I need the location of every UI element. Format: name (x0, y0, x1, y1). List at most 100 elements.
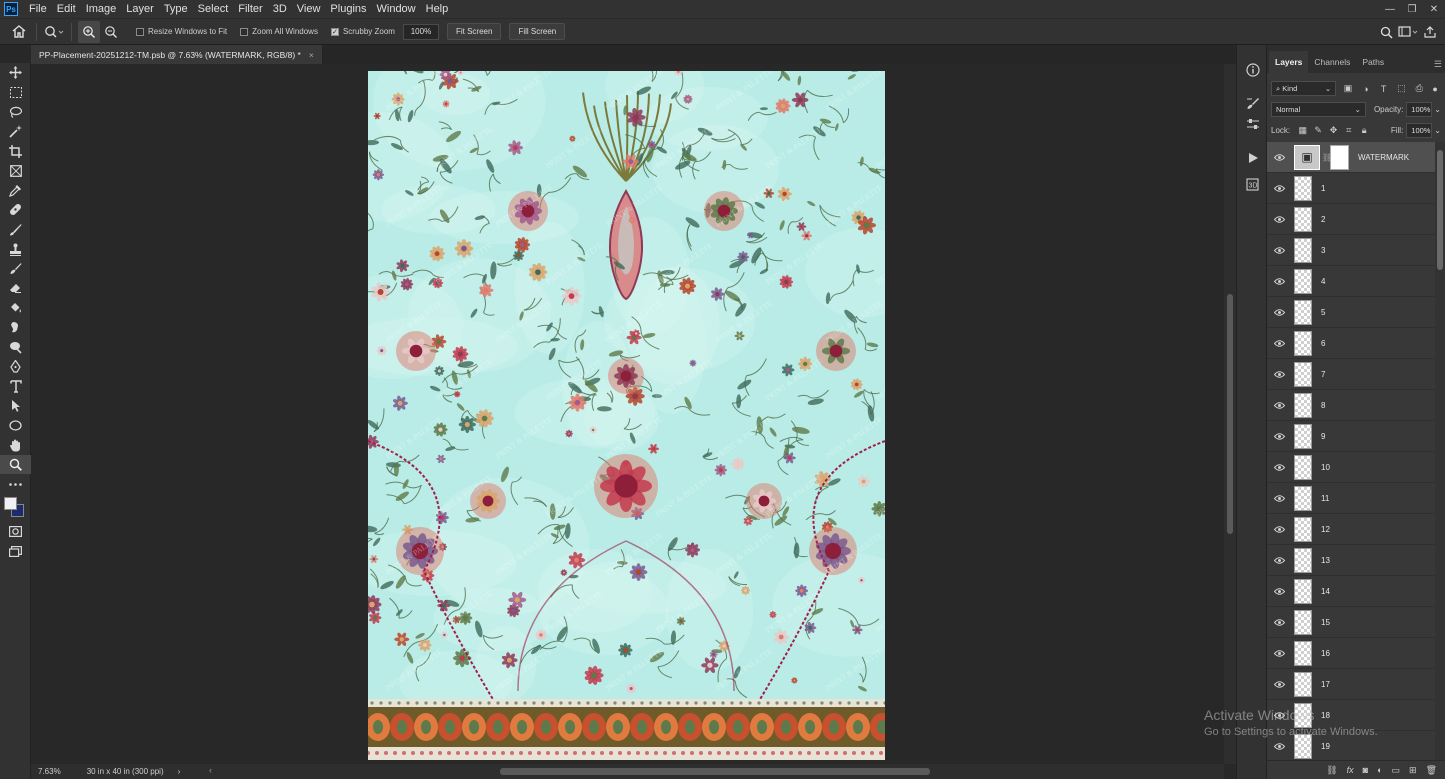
visibility-eye-icon[interactable] (1267, 494, 1291, 502)
panel-menu-icon[interactable]: ☰ (1434, 59, 1442, 70)
quick-mask-icon[interactable] (0, 522, 31, 542)
menu-plugins[interactable]: Plugins (325, 0, 371, 18)
layer-name[interactable]: 2 (1321, 215, 1325, 224)
menu-3d[interactable]: 3D (268, 0, 292, 18)
tab-channels[interactable]: Channels (1308, 51, 1356, 73)
layer-name[interactable]: 19 (1321, 742, 1330, 751)
layer-thumbnail[interactable] (1294, 175, 1312, 201)
visibility-eye-icon[interactable] (1267, 680, 1291, 688)
smudge-tool-icon[interactable] (0, 318, 31, 338)
layer-thumbnail[interactable] (1294, 237, 1312, 263)
layer-row[interactable]: 2 (1267, 204, 1435, 235)
visibility-eye-icon[interactable] (1267, 246, 1291, 254)
zoom-tool-icon[interactable] (0, 454, 31, 475)
fit-screen-button[interactable]: Fit Screen (446, 23, 502, 40)
more-tools-icon[interactable] (0, 474, 31, 494)
layer-thumbnail[interactable] (1294, 268, 1312, 294)
move-tool-icon[interactable] (0, 63, 31, 83)
home-icon[interactable] (8, 21, 30, 43)
new-group-folder-icon[interactable]: ▭ (1392, 765, 1401, 776)
status-menu-arrow-icon[interactable]: › (178, 767, 181, 776)
layer-thumbnail[interactable] (1294, 547, 1312, 573)
menu-view[interactable]: View (292, 0, 326, 18)
layer-name[interactable]: 9 (1321, 432, 1325, 441)
smart-object-thumbnail[interactable]: ▣ (1294, 144, 1320, 170)
menu-edit[interactable]: Edit (52, 0, 81, 18)
menu-help[interactable]: Help (421, 0, 454, 18)
eraser-tool-icon[interactable] (0, 279, 31, 299)
paint-bucket-tool-icon[interactable] (0, 298, 31, 318)
layer-thumbnail[interactable] (1294, 361, 1312, 387)
opacity-field[interactable]: 100% (1406, 102, 1433, 117)
fill-screen-button[interactable]: Fill Screen (509, 23, 566, 40)
clone-stamp-tool-icon[interactable] (0, 239, 31, 259)
layer-row[interactable]: 7 (1267, 359, 1435, 390)
visibility-eye-icon[interactable] (1267, 711, 1291, 719)
layer-row[interactable]: 9 (1267, 421, 1435, 452)
layer-name[interactable]: 11 (1321, 494, 1329, 503)
properties-info-icon[interactable] (1237, 57, 1268, 83)
layer-name[interactable]: 12 (1321, 525, 1330, 534)
layer-mask-thumbnail[interactable] (1330, 144, 1349, 170)
menu-type[interactable]: Type (159, 0, 193, 18)
layer-row[interactable]: 18 (1267, 700, 1435, 731)
layer-thumbnail[interactable] (1294, 516, 1312, 542)
layer-row[interactable]: 8 (1267, 390, 1435, 421)
filter-type-icon[interactable]: T (1378, 83, 1390, 95)
foreground-color-swatch[interactable] (4, 497, 17, 511)
layer-row[interactable]: 4 (1267, 266, 1435, 297)
scroll-left-icon[interactable]: ‹ (209, 765, 212, 775)
frame-tool-icon[interactable] (0, 161, 31, 181)
filter-adjustment-icon[interactable]: ◑ (1360, 83, 1372, 95)
scrubby-zoom-checkbox[interactable]: ✓ Scrubby Zoom (330, 27, 395, 36)
layer-name[interactable]: 18 (1321, 711, 1330, 720)
marquee-tool-icon[interactable] (0, 83, 31, 103)
visibility-eye-icon[interactable] (1267, 463, 1291, 471)
zoom-tool-preset-icon[interactable] (43, 21, 65, 43)
share-icon[interactable] (1419, 21, 1441, 43)
opacity-chevron-icon[interactable]: ⌄ (1434, 105, 1441, 114)
fill-field[interactable]: 100% (1406, 123, 1433, 138)
layer-name[interactable]: 10 (1321, 463, 1330, 472)
visibility-eye-icon[interactable] (1267, 153, 1291, 161)
visibility-eye-icon[interactable] (1267, 556, 1291, 564)
visibility-eye-icon[interactable] (1267, 184, 1291, 192)
crop-tool-icon[interactable] (0, 141, 31, 161)
layer-row[interactable]: 3 (1267, 235, 1435, 266)
layer-thumbnail[interactable] (1294, 423, 1312, 449)
filter-pixel-icon[interactable]: ▣ (1342, 83, 1354, 95)
layer-thumbnail[interactable] (1294, 299, 1312, 325)
link-layers-icon[interactable]: ⛓ (1326, 765, 1337, 776)
horizontal-scroll-thumb[interactable] (500, 768, 930, 775)
filter-toggle-icon[interactable]: ● (1429, 83, 1441, 95)
zoom-out-icon[interactable] (100, 21, 122, 43)
fill-chevron-icon[interactable]: ⌄ (1434, 126, 1441, 135)
visibility-eye-icon[interactable] (1267, 618, 1291, 626)
layer-thumbnail[interactable] (1294, 454, 1312, 480)
menu-select[interactable]: Select (193, 0, 234, 18)
zoom-in-icon[interactable] (78, 20, 100, 43)
path-selection-tool-icon[interactable] (0, 396, 31, 416)
filter-smart-object-icon[interactable]: ⎙ (1413, 83, 1425, 95)
magic-wand-tool-icon[interactable] (0, 122, 31, 142)
layer-row[interactable]: 13 (1267, 545, 1435, 576)
brush-tool-icon[interactable] (0, 220, 31, 240)
layers-scroll-thumb[interactable] (1437, 150, 1443, 270)
actions-play-icon[interactable] (1237, 145, 1268, 171)
layer-row[interactable]: 11 (1267, 483, 1435, 514)
layer-name[interactable]: 6 (1321, 339, 1325, 348)
menu-file[interactable]: File (24, 0, 52, 18)
vertical-scroll-thumb[interactable] (1227, 294, 1233, 534)
search-icon[interactable] (1375, 21, 1397, 43)
zoom-all-windows-checkbox[interactable]: Zoom All Windows (240, 27, 318, 36)
layer-thumbnail[interactable] (1294, 733, 1312, 759)
restore-icon[interactable]: ❐ (1401, 0, 1423, 18)
mask-link-icon[interactable]: ⛓ (1322, 153, 1332, 162)
visibility-eye-icon[interactable] (1267, 339, 1291, 347)
layer-row[interactable]: 5 (1267, 297, 1435, 328)
lock-position-icon[interactable]: ✥ (1329, 125, 1338, 137)
tab-paths[interactable]: Paths (1356, 51, 1390, 73)
new-adjustment-icon[interactable]: ◐ (1377, 765, 1382, 775)
layer-row[interactable]: 14 (1267, 576, 1435, 607)
lock-all-icon[interactable]: 🔒︎ (1360, 125, 1369, 137)
